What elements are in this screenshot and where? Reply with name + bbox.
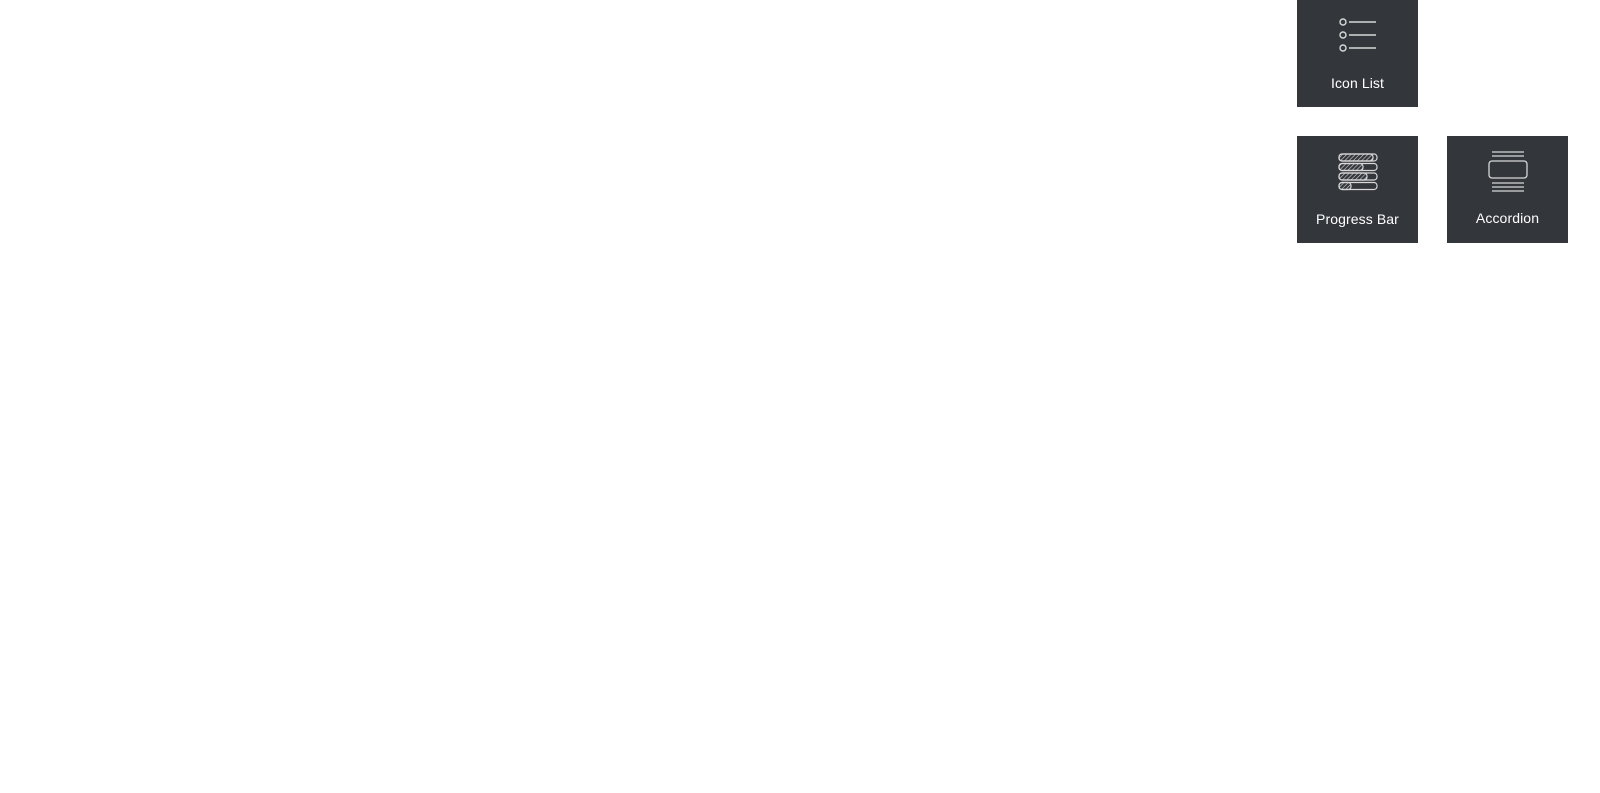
widget-label: Progress Bar bbox=[1316, 211, 1399, 227]
accordion-icon bbox=[1487, 151, 1528, 192]
widget-label: Icon List bbox=[1330, 75, 1385, 91]
progress-bar-icon bbox=[1337, 153, 1378, 191]
widget-accordion[interactable]: Accordion bbox=[1447, 136, 1568, 243]
widget-panel: Icon List Progress Bar Accordion bbox=[0, 0, 1600, 793]
widget-icon-list[interactable]: Icon List bbox=[1297, 0, 1418, 107]
widget-label: Accordion bbox=[1475, 210, 1540, 226]
widget-progress-bar[interactable]: Progress Bar bbox=[1297, 136, 1418, 243]
icon-list-icon bbox=[1338, 18, 1376, 52]
